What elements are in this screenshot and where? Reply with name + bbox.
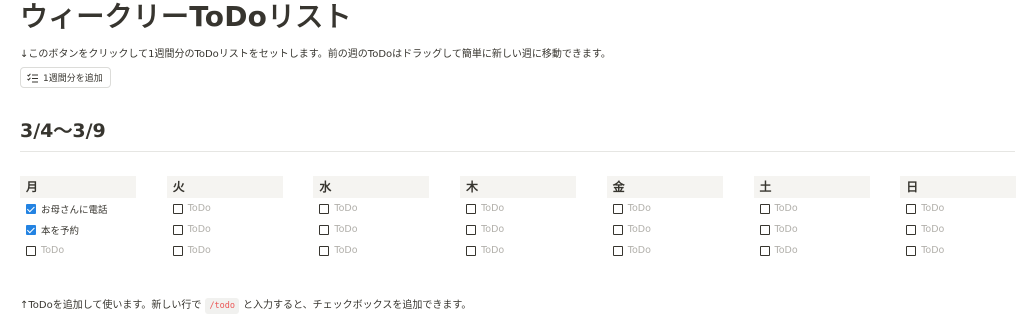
todo-item[interactable]: 本を予約	[20, 219, 136, 240]
checkbox[interactable]	[319, 203, 330, 214]
checkbox[interactable]	[612, 224, 623, 235]
checkbox[interactable]	[612, 245, 623, 256]
page-description: ↓このボタンをクリックして1週間分のToDoリストをセットします。前の週のToD…	[20, 49, 611, 60]
checkbox[interactable]	[906, 224, 917, 235]
todo-text[interactable]: ToDo	[41, 245, 64, 256]
checkbox[interactable]	[319, 245, 330, 256]
day-column: 土 ToDo ToDo ToDo	[753, 176, 870, 261]
todo-item[interactable]: ToDo	[754, 198, 870, 219]
week-columns: 月お母さんに電話 本を予約 ToDo 火 ToDo ToDo ToDo 水 ToDo ToDo To…	[20, 176, 1017, 266]
todo-item[interactable]: ToDo	[167, 198, 283, 219]
day-column: 水 ToDo ToDo ToDo	[313, 176, 430, 261]
day-column: 日 ToDo ToDo ToDo	[900, 176, 1017, 261]
checkbox[interactable]	[759, 224, 770, 235]
checklist-icon	[27, 72, 38, 83]
page-title[interactable]: ウィークリーToDoリスト	[20, 0, 352, 34]
todo-text[interactable]: 本を予約	[41, 223, 79, 237]
day-header: 月	[20, 176, 136, 198]
todo-item[interactable]: ToDo	[607, 198, 723, 219]
footer-text-before: ↑ToDoを追加して使います。新しい行で	[20, 300, 202, 311]
todo-text[interactable]: ToDo	[921, 245, 944, 256]
checkbox[interactable]	[759, 203, 770, 214]
todo-item[interactable]: ToDo	[900, 240, 1016, 261]
todo-text[interactable]: ToDo	[775, 224, 798, 235]
todo-text[interactable]: ToDo	[481, 224, 504, 235]
todo-item[interactable]: ToDo	[607, 219, 723, 240]
checkbox[interactable]	[466, 203, 477, 214]
day-header: 金	[606, 176, 723, 198]
todo-text[interactable]: お母さんに電話	[41, 202, 108, 216]
todo-text[interactable]: ToDo	[334, 203, 357, 214]
todo-item[interactable]: ToDo	[460, 198, 576, 219]
day-column: 月お母さんに電話 本を予約 ToDo	[20, 176, 136, 261]
day-header: 土	[753, 176, 870, 198]
footer-note: ↑ToDoを追加して使います。新しい行で /todo と入力すると、チェックボッ…	[20, 298, 471, 314]
todo-item[interactable]: ToDo	[754, 219, 870, 240]
todo-text[interactable]: ToDo	[628, 203, 651, 214]
todo-item[interactable]: ToDo	[167, 240, 283, 261]
checkbox[interactable]	[466, 245, 477, 256]
todo-text[interactable]: ToDo	[481, 203, 504, 214]
todo-text[interactable]: ToDo	[334, 245, 357, 256]
checkbox[interactable]	[172, 203, 183, 214]
todo-text[interactable]: ToDo	[334, 224, 357, 235]
checkbox[interactable]	[906, 203, 917, 214]
todo-item[interactable]: ToDo	[900, 198, 1016, 219]
todo-text[interactable]: ToDo	[188, 224, 211, 235]
checkbox[interactable]	[319, 224, 330, 235]
checkbox[interactable]	[172, 245, 183, 256]
todo-item[interactable]: ToDo	[607, 240, 723, 261]
todo-item[interactable]: ToDo	[460, 240, 576, 261]
checkbox[interactable]	[466, 224, 477, 235]
inline-code: /todo	[205, 298, 240, 314]
todo-item[interactable]: ToDo	[313, 198, 429, 219]
day-header: 日	[900, 176, 1017, 198]
todo-text[interactable]: ToDo	[628, 224, 651, 235]
todo-item[interactable]: ToDo	[20, 240, 136, 261]
todo-item[interactable]: ToDo	[313, 219, 429, 240]
add-week-button-label: 1週間分を追加	[43, 74, 103, 84]
todo-text[interactable]: ToDo	[188, 203, 211, 214]
todo-text[interactable]: ToDo	[775, 203, 798, 214]
checkbox-checked[interactable]	[26, 203, 36, 214]
checkbox[interactable]	[759, 245, 770, 256]
checkbox[interactable]	[612, 203, 623, 214]
todo-text[interactable]: ToDo	[481, 245, 504, 256]
add-week-button[interactable]: 1週間分を追加	[20, 67, 111, 88]
page: ウィークリーToDoリスト ↓このボタンをクリックして1週間分のToDoリストを…	[0, 0, 1024, 332]
todo-item[interactable]: ToDo	[167, 219, 283, 240]
footer-text-after: と入力すると、チェックボックスを追加できます。	[243, 300, 472, 311]
todo-text[interactable]: ToDo	[921, 224, 944, 235]
todo-item[interactable]: ToDo	[313, 240, 429, 261]
todo-text[interactable]: ToDo	[188, 245, 211, 256]
divider	[20, 151, 1015, 152]
checkbox[interactable]	[172, 224, 183, 235]
todo-text[interactable]: ToDo	[628, 245, 651, 256]
day-header: 水	[313, 176, 430, 198]
todo-item[interactable]: ToDo	[460, 219, 576, 240]
day-header: 木	[460, 176, 577, 198]
day-column: 木 ToDo ToDo ToDo	[460, 176, 577, 261]
checkbox[interactable]	[906, 245, 917, 256]
day-column: 火 ToDo ToDo ToDo	[166, 176, 283, 261]
day-column: 金 ToDo ToDo ToDo	[606, 176, 723, 261]
checkbox-checked[interactable]	[26, 224, 36, 235]
todo-text[interactable]: ToDo	[775, 245, 798, 256]
todo-text[interactable]: ToDo	[921, 203, 944, 214]
todo-item[interactable]: ToDo	[900, 219, 1016, 240]
day-header: 火	[166, 176, 283, 198]
todo-item[interactable]: お母さんに電話	[20, 198, 136, 219]
week-heading[interactable]: 3/4〜3/9	[20, 118, 106, 144]
checkbox[interactable]	[26, 245, 36, 256]
todo-item[interactable]: ToDo	[754, 240, 870, 261]
